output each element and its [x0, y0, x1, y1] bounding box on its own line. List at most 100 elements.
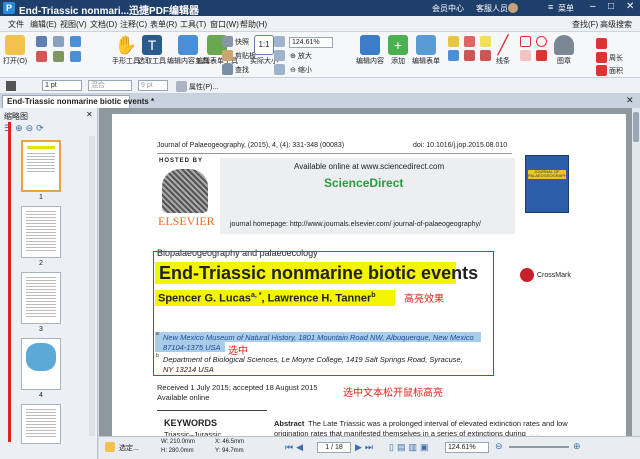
status-zoom-in-icon[interactable]: ⊕: [573, 441, 581, 452]
fit-visible-icon[interactable]: [274, 64, 285, 75]
select-tool-icon[interactable]: [105, 442, 115, 452]
actual-size-icon: 1:1: [254, 35, 274, 55]
select-dropdown[interactable]: 选定...: [119, 443, 139, 453]
edit-form-label: 编辑表单: [412, 58, 440, 65]
support-link[interactable]: 客服人员: [476, 3, 508, 14]
close-tab-icon[interactable]: ✕: [626, 95, 634, 106]
close-icon[interactable]: ✕: [626, 1, 634, 12]
menu-icon[interactable]: ≡: [548, 2, 553, 12]
vertical-scrollbar[interactable]: [632, 108, 640, 436]
save-icon[interactable]: [36, 36, 47, 47]
text-box-icon[interactable]: [464, 36, 475, 47]
highlight-icon[interactable]: [480, 36, 491, 47]
fit-width-icon[interactable]: [274, 50, 285, 61]
underline-icon[interactable]: [464, 50, 475, 61]
facing-icon[interactable]: ▥: [408, 442, 417, 453]
thumbnail-panel: 缩略图 ✕ ☰ ⊕ ⊖ ⟳ 1 2 3 4: [0, 108, 98, 459]
zoom-in-button[interactable]: ⊕ 放大: [290, 51, 312, 61]
first-page-icon[interactable]: ⏮: [285, 442, 293, 453]
area-button[interactable]: 面积: [596, 65, 623, 76]
redo-icon[interactable]: [70, 51, 81, 62]
menu-edit[interactable]: 编辑(E): [30, 19, 57, 30]
edit-form-button[interactable]: 编辑表单: [412, 35, 440, 66]
hand-tool-button[interactable]: ✋ 手形工具: [112, 35, 140, 66]
status-zoom-out-icon[interactable]: ⊖: [495, 441, 503, 452]
status-zoom-select[interactable]: 124.61%: [445, 442, 489, 453]
menu-form[interactable]: 表单(R): [150, 19, 177, 30]
menu-document[interactable]: 文档(D): [90, 19, 117, 30]
avatar[interactable]: [508, 3, 518, 13]
page-nav: ⏮ ◀: [285, 442, 303, 453]
line-width-select[interactable]: 1 pt: [42, 80, 82, 91]
panel-title: 缩略图: [4, 112, 28, 121]
pencil-icon[interactable]: [536, 50, 547, 61]
minimize-icon[interactable]: –: [590, 1, 596, 12]
menu-file[interactable]: 文件: [8, 19, 24, 30]
last-page-icon[interactable]: ⏭: [365, 442, 373, 453]
thumbnail-zoom-out-icon[interactable]: ⊖: [26, 123, 34, 134]
thumbnail-zoom-in-icon[interactable]: ⊕: [15, 123, 23, 134]
rectangle-icon[interactable]: [520, 36, 531, 47]
perimeter-button[interactable]: 周长: [596, 52, 623, 63]
strikeout-icon[interactable]: [480, 50, 491, 61]
menu-window[interactable]: 窗口(W): [210, 19, 239, 30]
hand-icon: ✋: [114, 35, 138, 55]
fill-select[interactable]: 混合: [88, 80, 132, 91]
journal-cover: JOURNAL OF PALAEOGEOGRAPHY: [525, 155, 569, 213]
oval-icon[interactable]: [536, 36, 547, 47]
thumbnail-rotate-icon[interactable]: ⟳: [36, 123, 44, 134]
crossmark-icon[interactable]: [520, 268, 534, 282]
distance-icon[interactable]: [596, 38, 607, 49]
stroke-color-icon[interactable]: [6, 81, 16, 91]
line-button[interactable]: ╱ 线条: [496, 35, 510, 66]
fit-page-icon[interactable]: [274, 36, 285, 47]
page-thumbnail-1[interactable]: [21, 140, 61, 192]
menu-help[interactable]: 帮助(H): [240, 19, 267, 30]
properties-button[interactable]: 属性(P)...: [176, 81, 218, 92]
bookmark-marker: [8, 122, 11, 442]
page-thumbnail-2[interactable]: [21, 206, 61, 258]
stamp-button[interactable]: 图章: [554, 35, 574, 66]
polygon-icon[interactable]: [520, 50, 531, 61]
page-thumbnail-5[interactable]: [21, 404, 61, 444]
member-center-link[interactable]: 会员中心: [432, 3, 464, 14]
export-icon[interactable]: [36, 51, 47, 62]
cursor-y: Y: 94.7mm: [215, 448, 244, 454]
document-tab[interactable]: End-Triassic nonmarine biotic events *: [2, 95, 154, 108]
page-thumbnail-4[interactable]: [21, 338, 61, 390]
select-tool-button[interactable]: T 选取工具: [138, 35, 166, 66]
thumbnail-scrollbar[interactable]: [89, 136, 95, 436]
next-page-icon[interactable]: ▶: [355, 442, 362, 453]
maximize-icon[interactable]: □: [608, 1, 614, 12]
font-size-select[interactable]: 9 pt: [138, 80, 168, 91]
menu-comment[interactable]: 注释(C): [120, 19, 147, 30]
open-button[interactable]: 打开(O): [3, 35, 27, 66]
zoom-out-button[interactable]: ⊖ 缩小: [290, 65, 312, 75]
main-menu-button[interactable]: 菜单: [558, 3, 574, 14]
zoom-slider[interactable]: [509, 446, 569, 448]
panel-close-icon[interactable]: ✕: [86, 110, 93, 119]
scrollbar-thumb[interactable]: [633, 112, 639, 142]
fit-icon[interactable]: ▣: [420, 442, 429, 453]
page-number-input[interactable]: 1 / 18: [317, 442, 351, 453]
typewriter-icon[interactable]: [448, 50, 459, 61]
find-button[interactable]: 查找: [222, 64, 249, 75]
print-icon[interactable]: [53, 36, 64, 47]
email-icon[interactable]: [53, 51, 64, 62]
note-icon[interactable]: [448, 36, 459, 47]
undo-icon[interactable]: [70, 36, 81, 47]
continuous-icon[interactable]: ▤: [397, 442, 406, 453]
advanced-search-button[interactable]: 高级搜索: [600, 19, 632, 30]
add-button[interactable]: + 添加: [388, 35, 408, 66]
hand-tool-label: 手形工具: [112, 58, 140, 65]
single-page-icon[interactable]: ▯: [389, 442, 394, 453]
prev-page-icon[interactable]: ◀: [296, 442, 303, 453]
page-thumbnail-3[interactable]: [21, 272, 61, 324]
app-window: P End-Triassic nonmari...迅捷PDF编辑器 会员中心 客…: [0, 0, 640, 459]
find-menu-button[interactable]: 查找(F): [572, 19, 598, 30]
menu-tools[interactable]: 工具(T): [180, 19, 206, 30]
edit-content-button[interactable]: 编辑内容: [356, 35, 384, 66]
zoom-select[interactable]: 124.61%: [289, 37, 333, 48]
menu-view[interactable]: 视图(V): [60, 19, 87, 30]
snapshot-button[interactable]: 快照: [222, 36, 249, 47]
